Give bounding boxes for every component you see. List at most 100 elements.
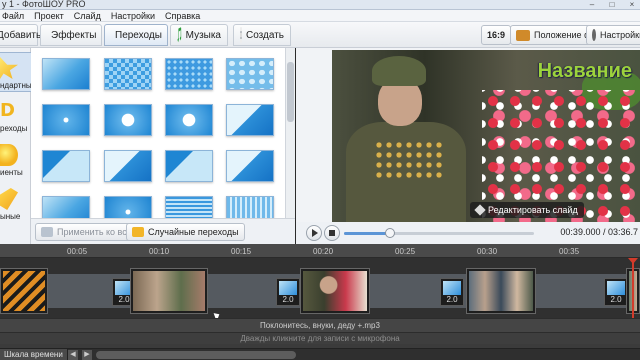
category-other[interactable]: ыные (0, 184, 31, 224)
menu-help[interactable]: Справка (165, 10, 200, 21)
tab-add[interactable]: Добавить (0, 24, 42, 46)
menu-bar: Файл Проект Слайд Настройки Справка (0, 10, 640, 22)
transition-thumbnail (279, 281, 297, 295)
ruler-tick: 00:20 (313, 247, 334, 256)
playback-time: 00:39.000 / 03:36.7 (560, 227, 638, 237)
title-bar: у 1 - ФотоШОУ PRO – □ × (0, 0, 640, 10)
transition-thumb[interactable] (226, 104, 274, 136)
photo-icon (516, 29, 530, 41)
transition-thumb[interactable] (165, 196, 213, 218)
transition-thumb[interactable] (226, 150, 274, 182)
random-transitions-button[interactable]: Случайные переходы (126, 223, 245, 241)
tab-music[interactable]: Музыка (170, 24, 228, 46)
transition-clip[interactable]: 2.0 (604, 278, 628, 306)
3d-icon: D (0, 100, 15, 121)
menu-file[interactable]: Файл (2, 10, 24, 21)
timeline-scrollbar[interactable] (96, 351, 296, 359)
playback-slider-knob[interactable] (384, 228, 395, 238)
slide-thumbnail (303, 271, 367, 311)
ruler-tick: 00:30 (477, 247, 498, 256)
play-button[interactable] (306, 225, 322, 241)
category-3d[interactable]: D реходы (0, 96, 31, 136)
slide-clip[interactable] (130, 268, 208, 314)
transition-thumb[interactable] (226, 58, 274, 90)
transitions-scrollbar[interactable] (285, 48, 295, 218)
slide-clip[interactable] (300, 268, 370, 314)
slide-clip[interactable] (0, 268, 48, 314)
transition-duration: 2.0 (610, 295, 622, 304)
tab-create-label: Создать (245, 29, 284, 41)
transition-thumb[interactable] (42, 104, 90, 136)
disc-icon (240, 27, 242, 43)
close-button[interactable]: × (626, 0, 638, 9)
timeline-ruler[interactable]: 00:05 00:10 00:15 00:20 00:25 00:30 00:3… (0, 244, 640, 258)
transition-thumbnail (443, 281, 461, 295)
main-toolbar: Добавить Эффекты Переходы Музыка Создать… (0, 22, 640, 48)
transition-thumb[interactable] (226, 196, 274, 218)
transition-thumb[interactable] (165, 150, 213, 182)
timeline: 00:05 00:10 00:15 00:20 00:25 00:30 00:3… (0, 244, 640, 360)
transition-thumb[interactable] (104, 58, 152, 90)
slide-thumbnail (133, 271, 205, 311)
category-standard[interactable]: ндартные (0, 52, 36, 92)
preview-panel: Название Редактировать слайд (296, 48, 640, 244)
playback-track[interactable] (344, 228, 534, 238)
tab-transitions[interactable]: Переходы (104, 24, 168, 46)
slide-preview[interactable]: Название Редактировать слайд (332, 50, 640, 222)
transition-thumb[interactable] (165, 104, 213, 136)
minimize-button[interactable]: – (586, 0, 598, 9)
medals (374, 140, 444, 180)
slide-clip[interactable] (466, 268, 536, 314)
transitions-actions: Применить ко всем Случайные переходы (31, 218, 295, 244)
stop-icon (329, 230, 335, 236)
ruler-tick: 00:15 (231, 247, 252, 256)
pencil-icon (0, 188, 18, 210)
scrollbar-thumb[interactable] (287, 62, 294, 122)
ruler-tick: 00:25 (395, 247, 416, 256)
tab-create[interactable]: Создать (233, 24, 291, 46)
slides-track: 2.0 2.0 2.0 2.0 (0, 258, 640, 322)
transition-thumb[interactable] (42, 150, 90, 182)
transition-thumb[interactable] (104, 150, 152, 182)
transition-thumb[interactable] (165, 58, 213, 90)
timeline-tab[interactable]: Шкала времени (0, 349, 68, 360)
audio-track[interactable]: Поклонитесь, внуки, деду +.mp3 (0, 318, 640, 332)
stop-button[interactable] (324, 225, 340, 241)
transition-thumb[interactable] (104, 104, 152, 136)
menu-slide[interactable]: Слайд (74, 10, 101, 21)
maximize-button[interactable]: □ (606, 0, 618, 9)
tab-effects[interactable]: Эффекты (40, 24, 102, 46)
settings-label: Настройки (600, 30, 640, 40)
gradient-icon (0, 144, 18, 166)
microphone-track[interactable]: Дважды кликните для записи с микрофона (0, 332, 640, 344)
aspect-ratio-label: 16:9 (487, 30, 506, 40)
transition-duration: 2.0 (446, 295, 458, 304)
tab-music-label: Музыка (185, 29, 221, 41)
category-3d-label: реходы (0, 124, 28, 133)
edit-slide-button[interactable]: Редактировать слайд (470, 202, 584, 218)
transition-thumb[interactable] (104, 196, 152, 218)
settings-button[interactable]: Настройки (586, 25, 640, 45)
aspect-ratio-button[interactable]: 16:9 (481, 25, 512, 45)
transition-thumb[interactable] (42, 58, 90, 90)
timeline-footer: Шкала времени ◀ ▶ (0, 348, 640, 360)
title-overlay[interactable]: Название (538, 60, 632, 83)
soldier-cap (372, 56, 426, 86)
transition-clip[interactable]: 2.0 (440, 278, 464, 306)
scroll-left-button[interactable]: ◀ (68, 350, 78, 360)
menu-settings[interactable]: Настройки (111, 10, 155, 21)
ruler-tick: 00:10 (149, 247, 170, 256)
audio-track-label: Поклонитесь, внуки, деду +.mp3 (260, 321, 380, 330)
transitions-grid (31, 48, 285, 218)
tab-add-label: Добавить (0, 29, 42, 41)
transition-clip[interactable]: 2.0 (276, 278, 300, 306)
transition-categories: ндартные D реходы иенты ыные (0, 48, 36, 244)
scroll-right-button[interactable]: ▶ (82, 350, 92, 360)
menu-project[interactable]: Проект (34, 10, 64, 21)
category-gradients[interactable]: иенты (0, 140, 31, 180)
music-icon (177, 27, 182, 43)
player-controls: 00:39.000 / 03:36.7 (296, 222, 640, 244)
pencil-icon (474, 204, 486, 216)
star-icon (0, 57, 18, 79)
transition-thumb[interactable] (42, 196, 90, 218)
